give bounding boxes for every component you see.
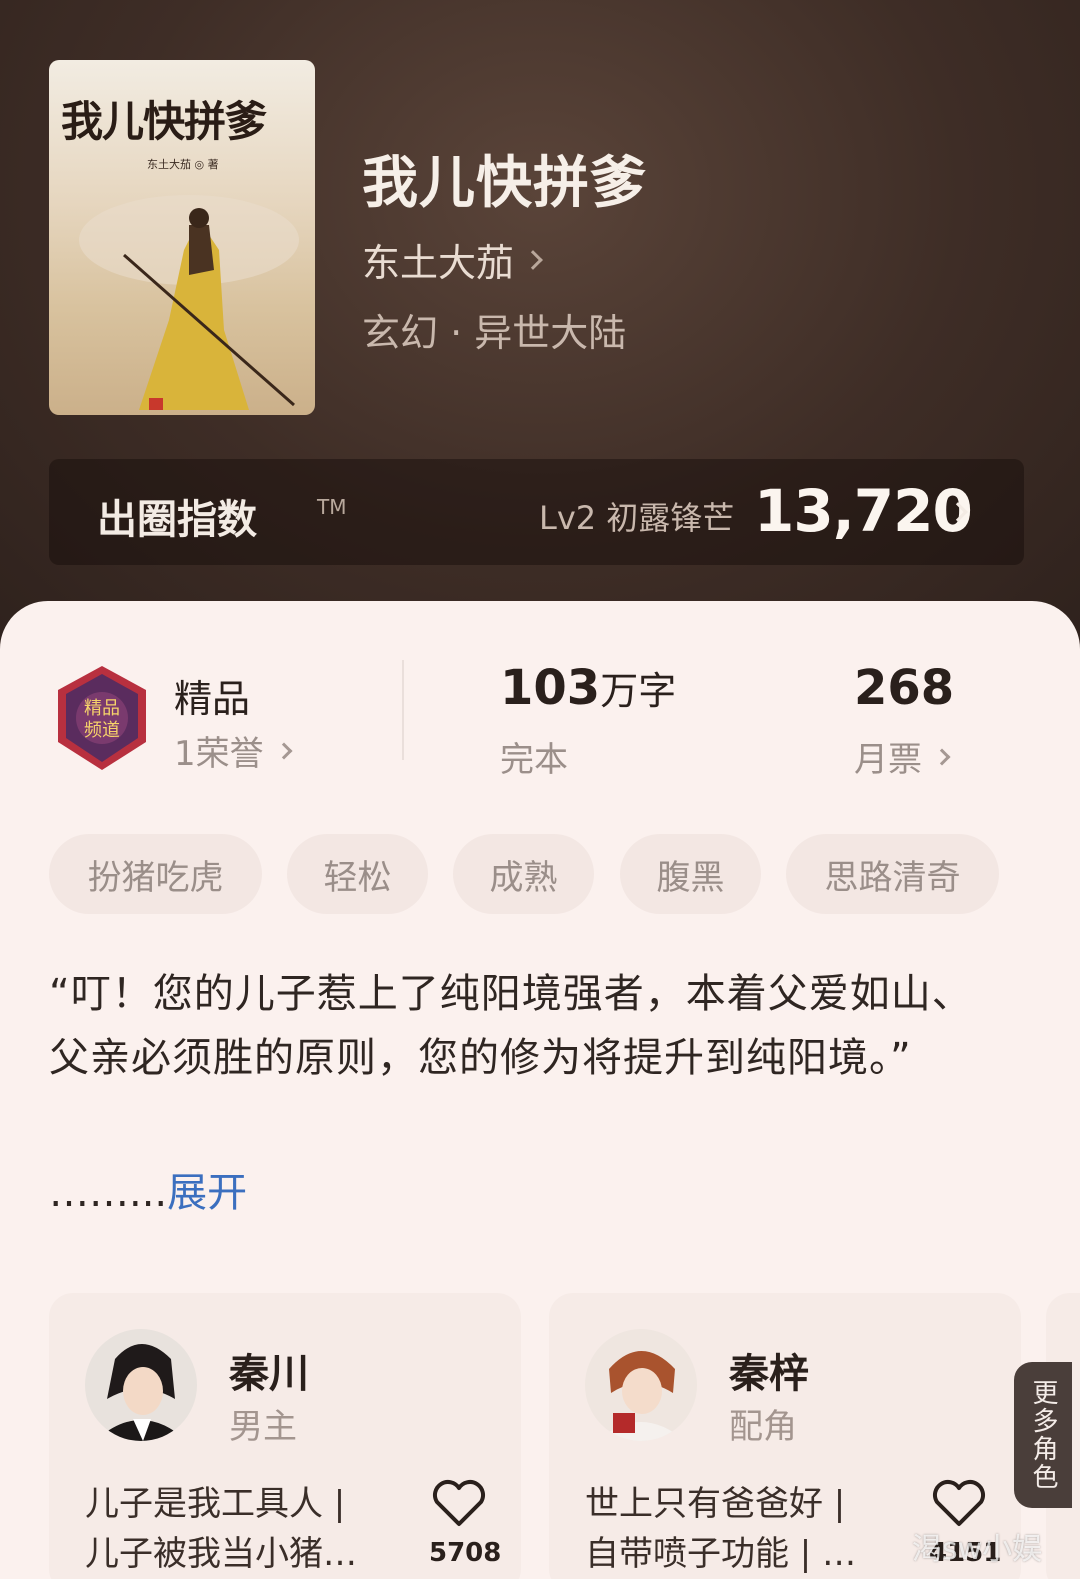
svg-text:精品: 精品: [84, 698, 120, 719]
character-role: 男主: [229, 1407, 297, 1447]
character-description: 世上只有爸爸好 | 自带喷子功能 | …: [585, 1484, 857, 1574]
character-role: 配角: [729, 1407, 797, 1447]
character-card[interactable]: 秦川 男主 儿子是我工具人 | 儿子被我当小猪… 5708: [49, 1293, 521, 1579]
word-count: 103万字: [500, 660, 677, 716]
premium-channel-badge-icon[interactable]: 精品 频道: [52, 664, 152, 772]
honor-count: 1荣誉: [174, 734, 264, 774]
chevron-right-icon: [933, 748, 951, 765]
chevron-right-icon: [275, 742, 293, 759]
character-name: 秦梓: [729, 1351, 809, 1397]
more-roles-button[interactable]: 更多角色: [1014, 1362, 1072, 1508]
heart-icon[interactable]: [931, 1478, 987, 1528]
character-description: 儿子是我工具人 | 儿子被我当小猪…: [85, 1484, 357, 1574]
cover-illustration: [79, 195, 299, 410]
author-link[interactable]: 东土大茄: [362, 232, 543, 287]
synopsis-text: “叮！您的儿子惹上了纯阳境强者，本着父爱如山、父亲必须胜的原则，您的修为将提升到…: [49, 971, 973, 1081]
index-level: Lv2 初露锋芒: [539, 499, 735, 537]
genre-label: 玄幻 · 异世大陆: [362, 311, 627, 355]
avatar: [85, 1329, 197, 1441]
monthly-ticket-label: 月票: [854, 740, 922, 780]
completion-status: 完本: [500, 740, 568, 780]
synopsis-ellipsis: ……...: [49, 1170, 168, 1216]
tag-chip[interactable]: 腹黑: [620, 834, 761, 914]
stats-divider: [402, 660, 404, 760]
monthly-ticket-link[interactable]: 月票: [854, 732, 951, 781]
book-cover[interactable]: 我儿快拼爹 东土大茄 ◎ 著: [49, 60, 315, 415]
svg-text:频道: 频道: [84, 720, 120, 741]
cover-author: 东土大茄 ◎ 著: [147, 158, 219, 171]
book-title: 我儿快拼爹: [362, 150, 647, 216]
tag-chip[interactable]: 轻松: [287, 834, 428, 914]
popularity-index-bar[interactable]: 出圈指数 TM Lv2 初露锋芒 13,720: [49, 459, 1024, 565]
heart-icon[interactable]: [431, 1478, 487, 1528]
watermark: 渴sw小娱: [912, 1532, 1043, 1567]
tag-chip[interactable]: 成熟: [453, 834, 594, 914]
author-name: 东土大茄: [362, 241, 515, 285]
tag-chip[interactable]: 思路清奇: [786, 834, 999, 914]
chevron-right-icon: [523, 249, 543, 270]
honor-link[interactable]: 1荣誉: [174, 726, 293, 775]
avatar: [585, 1329, 697, 1441]
monthly-ticket-count: 268: [854, 660, 955, 716]
index-score: 13,720: [754, 477, 973, 545]
tag-chip[interactable]: 扮猪吃虎: [49, 834, 262, 914]
trademark-mark: TM: [317, 495, 347, 519]
cover-title: 我儿快拼爹: [61, 97, 267, 146]
badge-label: 精品: [174, 677, 251, 721]
like-count: 5708: [429, 1538, 502, 1568]
tag-list: 扮猪吃虎 轻松 成熟 腹黑 思路清奇: [0, 834, 1080, 914]
more-roles-label: 更多角色: [1028, 1379, 1058, 1491]
index-label: 出圈指数: [97, 497, 257, 543]
synopsis-more: ……...展开: [49, 1160, 247, 1218]
expand-link[interactable]: 展开: [167, 1170, 247, 1216]
character-name: 秦川: [229, 1351, 309, 1397]
